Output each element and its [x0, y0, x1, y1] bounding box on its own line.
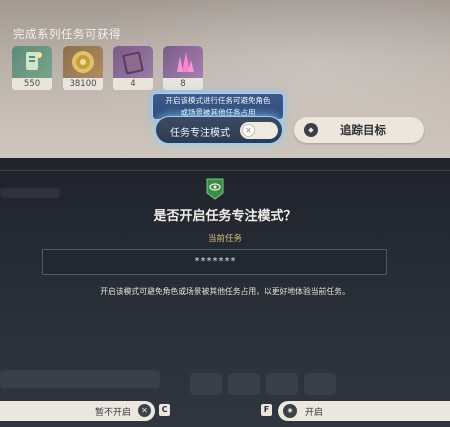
rewards-title: 完成系列任务可获得 [13, 27, 121, 41]
background-artifact [266, 373, 298, 395]
reward-item-crystal[interactable]: 8 [163, 46, 203, 90]
cancel-button[interactable]: 暂不开启 ✕ [0, 401, 155, 421]
tooltip-line: 开启该模式进行任务可避免角色 [165, 96, 271, 105]
quest-panel-background: 完成系列任务可获得 550 38100 4 8 开启该模式进行任务可避免角色 或… [0, 0, 450, 158]
divider [0, 170, 450, 171]
heros-wit-book-icon [113, 46, 153, 78]
background-artifact [190, 373, 222, 395]
close-icon: ✕ [242, 124, 255, 137]
reward-count: 8 [163, 78, 203, 90]
adventure-exp-icon [12, 46, 52, 78]
current-task-label: 当前任务 [207, 234, 242, 244]
keybind-f: F [261, 404, 272, 416]
reward-count: 550 [12, 78, 52, 90]
background-artifact [304, 373, 336, 395]
focus-mode-label: 任务专注模式 [170, 128, 230, 139]
dialog-button-bar: 暂不开启 ✕ C F ◉ 开启 [0, 399, 450, 423]
dialog-description: 开启该模式可避免角色或场景被其他任务占用，以更好地体验当前任务。 [100, 287, 350, 296]
current-task-name: ******* [194, 256, 237, 267]
confirm-circle-icon: ◉ [283, 404, 297, 418]
dialog-title: 是否开启任务专注模式？ [153, 209, 297, 224]
ore-crystal-icon [163, 46, 203, 78]
focus-mode-dialog: 是否开启任务专注模式？ 当前任务 ******* 开启该模式可避免角色或场景被其… [0, 158, 450, 427]
reward-item-adventure-exp[interactable]: 550 [12, 46, 52, 90]
reward-count: 38100 [63, 78, 103, 90]
confirm-label: 开启 [305, 408, 324, 418]
background-artifact [0, 188, 60, 198]
current-task-box: ******* [42, 249, 387, 275]
background-artifact [0, 370, 160, 388]
track-diamond-icon: ◆ [304, 123, 318, 137]
reward-item-mora[interactable]: 38100 [63, 46, 103, 90]
keybind-c: C [159, 404, 170, 416]
focus-mode-toggle-row[interactable]: 任务专注模式 ✕ [155, 116, 283, 144]
focus-mode-toggle[interactable]: ✕ [240, 122, 278, 139]
reward-item-book[interactable]: 4 [113, 46, 153, 90]
cancel-label: 暂不开启 [95, 408, 132, 418]
mora-icon [63, 46, 103, 78]
quest-badge-icon [206, 178, 224, 200]
close-icon: ✕ [138, 404, 151, 417]
reward-count: 4 [113, 78, 153, 90]
confirm-button[interactable]: ◉ 开启 [278, 401, 450, 421]
track-target-button[interactable]: ◆ 追踪目标 [294, 117, 424, 143]
background-artifact [228, 373, 260, 395]
track-target-label: 追踪目标 [340, 123, 386, 137]
